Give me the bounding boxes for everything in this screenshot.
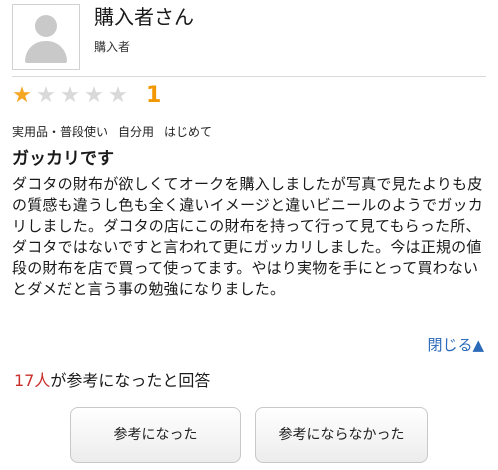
review-title: ガッカリです xyxy=(12,149,114,169)
star-empty-icon: ★ xyxy=(84,83,104,108)
helpful-button[interactable]: 参考になった xyxy=(70,407,241,463)
not-helpful-button[interactable]: 参考にならなかった xyxy=(255,407,428,463)
header-divider xyxy=(12,76,486,77)
review-tag: 実用品・普段使い xyxy=(12,125,109,139)
close-link[interactable]: 閉じる▲ xyxy=(427,334,484,356)
reviewer-role: 購入者 xyxy=(94,40,131,54)
review-tag: 自分用 xyxy=(118,125,155,139)
star-rating: ★ ★ ★ ★ ★ xyxy=(10,82,130,110)
star-empty-icon: ★ xyxy=(36,83,56,108)
star-empty-icon: ★ xyxy=(60,83,80,108)
review-tags: 実用品・普段使い 自分用 はじめて xyxy=(12,123,222,141)
review-tag: はじめて xyxy=(164,125,213,139)
reviewer-name: 購入者さん xyxy=(94,5,194,29)
review-body: ダコタの財布が欲しくてオークを購入しましたが写真で見たよりも皮の質感も違うし色も… xyxy=(12,175,483,298)
star-empty-icon: ★ xyxy=(108,83,128,108)
rating-number: 1 xyxy=(146,83,162,108)
reviewer-avatar xyxy=(12,4,80,70)
helpful-count: 17人 xyxy=(14,371,51,390)
helpful-count-text: 17人が参考になったと回答 xyxy=(14,369,210,393)
star-filled-icon: ★ xyxy=(12,83,32,108)
helpful-suffix: が参考になったと回答 xyxy=(50,371,211,390)
